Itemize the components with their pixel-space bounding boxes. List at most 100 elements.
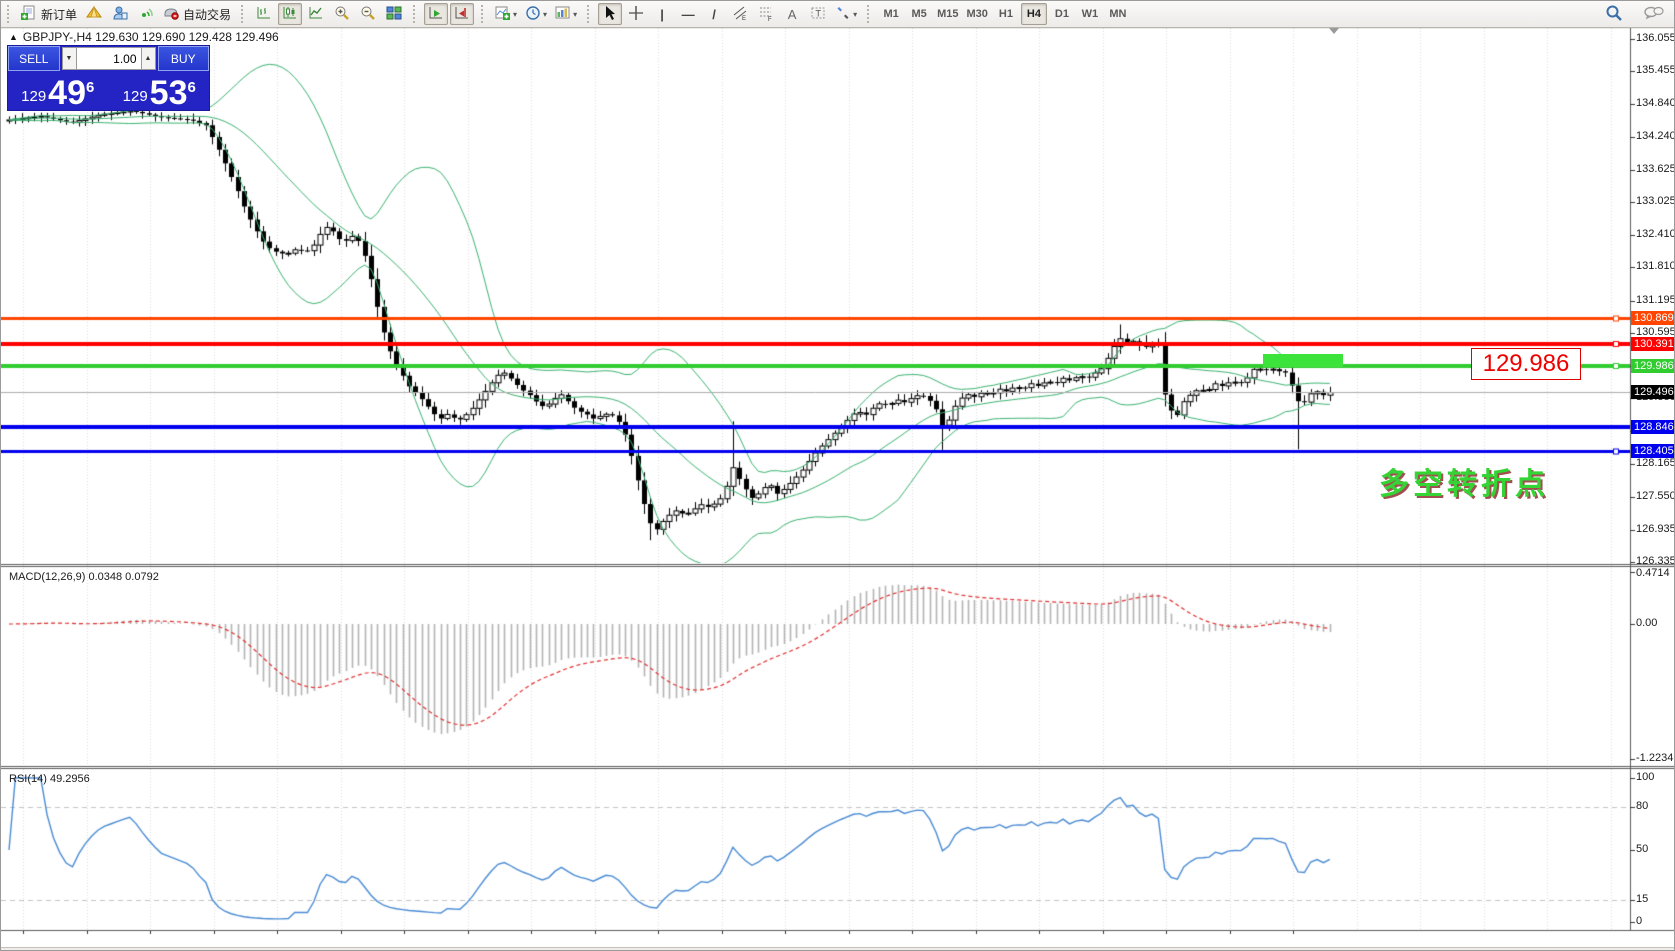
auto-scroll-button[interactable] xyxy=(424,3,448,25)
price-tick: 134.840 xyxy=(1636,97,1675,109)
sell-price-point: 6 xyxy=(86,71,94,105)
sell-price-handle: 129 xyxy=(21,86,46,108)
search-button[interactable] xyxy=(1602,3,1626,25)
sell-price-pips: 49 xyxy=(48,78,86,108)
profiles-button[interactable] xyxy=(108,3,132,25)
templates-icon xyxy=(555,5,571,24)
new-chart-button[interactable] xyxy=(82,3,106,25)
channel-tool-button[interactable]: E xyxy=(728,3,752,25)
signals-button[interactable] xyxy=(134,3,158,25)
crosshair-icon xyxy=(628,5,644,24)
toolbar-grip[interactable] xyxy=(587,5,593,23)
sell-price[interactable]: 129 49 6 xyxy=(8,71,108,110)
sell-button[interactable]: SELL xyxy=(8,46,60,71)
macd-tick: 0.4714 xyxy=(1636,567,1670,579)
chat-icon xyxy=(1644,5,1664,24)
zoom-out-button[interactable] xyxy=(356,3,380,25)
volume-decrease-button[interactable]: ▼ xyxy=(62,47,77,70)
macd-tick: 0.00 xyxy=(1636,617,1657,629)
search-icon xyxy=(1605,4,1623,25)
fibonacci-tool-button[interactable]: F xyxy=(754,3,778,25)
one-click-trading-panel: SELL ▼ ▲ BUY 129 49 6 129 53 6 xyxy=(7,45,210,111)
bar-chart-button[interactable] xyxy=(252,3,276,25)
candlestick-button[interactable] xyxy=(278,3,302,25)
buy-price[interactable]: 129 53 6 xyxy=(110,71,210,110)
collapse-panel-icon[interactable]: ▲ xyxy=(9,32,18,42)
macd-tick: -1.2234 xyxy=(1636,752,1673,764)
indicators-button[interactable]: ▾ xyxy=(492,3,520,25)
trendline-tool-button[interactable]: / xyxy=(702,3,726,25)
chart-shift-button[interactable] xyxy=(450,3,474,25)
highlight-rectangle[interactable] xyxy=(1263,354,1343,367)
buy-price-handle: 129 xyxy=(123,86,148,108)
templates-button[interactable]: ▾ xyxy=(552,3,580,25)
timeframe-M1[interactable]: M1 xyxy=(878,3,904,25)
cursor-button[interactable] xyxy=(598,3,622,25)
timeframe-M30[interactable]: M30 xyxy=(964,3,991,25)
price-tick: 131.810 xyxy=(1636,260,1675,272)
text-label-tool-button[interactable]: T xyxy=(806,3,830,25)
mt4-window: 新订单 自动交易 xyxy=(0,0,1675,951)
toolbar-grip[interactable] xyxy=(7,5,13,23)
timeframe-W1[interactable]: W1 xyxy=(1077,3,1103,25)
vertical-line-tool-button[interactable]: | xyxy=(650,3,674,25)
toolbar-grip[interactable] xyxy=(481,5,487,23)
arrows-tool-button[interactable]: ▾ xyxy=(832,3,860,25)
bar-chart-icon xyxy=(256,5,272,24)
line-chart-button[interactable] xyxy=(304,3,328,25)
indicators-icon xyxy=(495,5,511,24)
chevron-down-icon[interactable]: ▾ xyxy=(513,10,517,19)
tile-windows-button[interactable] xyxy=(382,3,406,25)
chevron-down-icon[interactable]: ▾ xyxy=(543,10,547,19)
line-chart-icon xyxy=(308,5,324,24)
crosshair-button[interactable] xyxy=(624,3,648,25)
timeframe-M5[interactable]: M5 xyxy=(906,3,932,25)
chart-shift-marker[interactable] xyxy=(1329,28,1339,34)
volume-input[interactable] xyxy=(77,47,141,70)
svg-text:E: E xyxy=(742,16,746,21)
text-tool-icon: A xyxy=(788,7,797,22)
rsi-tick: 100 xyxy=(1636,771,1654,783)
timeframe-D1[interactable]: D1 xyxy=(1049,3,1075,25)
toolbar-grip[interactable] xyxy=(867,5,873,23)
price-tag-128.846: 128.846 xyxy=(1631,420,1675,434)
zoom-in-button[interactable] xyxy=(330,3,354,25)
buy-price-point: 6 xyxy=(188,71,196,105)
arrows-icon xyxy=(835,5,851,24)
price-tick: 133.625 xyxy=(1636,163,1675,175)
horizontal-line-tool-button[interactable]: — xyxy=(676,3,700,25)
timeframe-M15[interactable]: M15 xyxy=(934,3,961,25)
chevron-down-icon[interactable]: ▾ xyxy=(853,10,857,19)
zoom-out-icon xyxy=(360,5,376,24)
turning-point-note[interactable]: 多空转折点 xyxy=(1379,459,1549,503)
price-tick: 128.165 xyxy=(1636,457,1675,469)
periods-button[interactable]: ▾ xyxy=(522,3,550,25)
toolbar-grip[interactable] xyxy=(413,5,419,23)
chat-button[interactable] xyxy=(1641,3,1667,25)
rsi-tick: 80 xyxy=(1636,800,1648,812)
horizontal-line-icon: — xyxy=(682,7,695,22)
text-tool-button[interactable]: A xyxy=(780,3,804,25)
macd-indicator-label: MACD(12,26,9) 0.0348 0.0792 xyxy=(9,571,159,583)
signal-icon xyxy=(138,5,154,24)
volume-increase-button[interactable]: ▲ xyxy=(141,47,156,70)
auto-scroll-icon xyxy=(428,5,444,24)
timeframe-H4[interactable]: H4 xyxy=(1021,3,1047,25)
symbol-ohlc-line: ▲ GBPJPY-,H4 129.630 129.690 129.428 129… xyxy=(9,30,279,44)
toolbar-grip[interactable] xyxy=(241,5,247,23)
new-order-button[interactable]: 新订单 xyxy=(18,3,80,25)
timeframe-H1[interactable]: H1 xyxy=(993,3,1019,25)
channel-icon: E xyxy=(732,5,748,24)
timeframe-MN[interactable]: MN xyxy=(1105,3,1131,25)
volume-stepper: ▼ ▲ xyxy=(60,46,158,71)
chart-shift-icon xyxy=(454,5,470,24)
price-tag-130.869: 130.869 xyxy=(1631,311,1675,325)
zoom-in-icon xyxy=(334,5,350,24)
price-callout-label[interactable]: 129.986 xyxy=(1471,348,1581,380)
trendline-icon: / xyxy=(712,7,716,22)
svg-text:T: T xyxy=(816,8,822,18)
chevron-down-icon[interactable]: ▾ xyxy=(573,10,577,19)
autotrading-button[interactable]: 自动交易 xyxy=(160,3,234,25)
time-axis[interactable]: 22 Jul 201923 Jul 16:0025 Jul 00:0026 Ju… xyxy=(1,930,1675,947)
buy-button[interactable]: BUY xyxy=(158,46,210,71)
